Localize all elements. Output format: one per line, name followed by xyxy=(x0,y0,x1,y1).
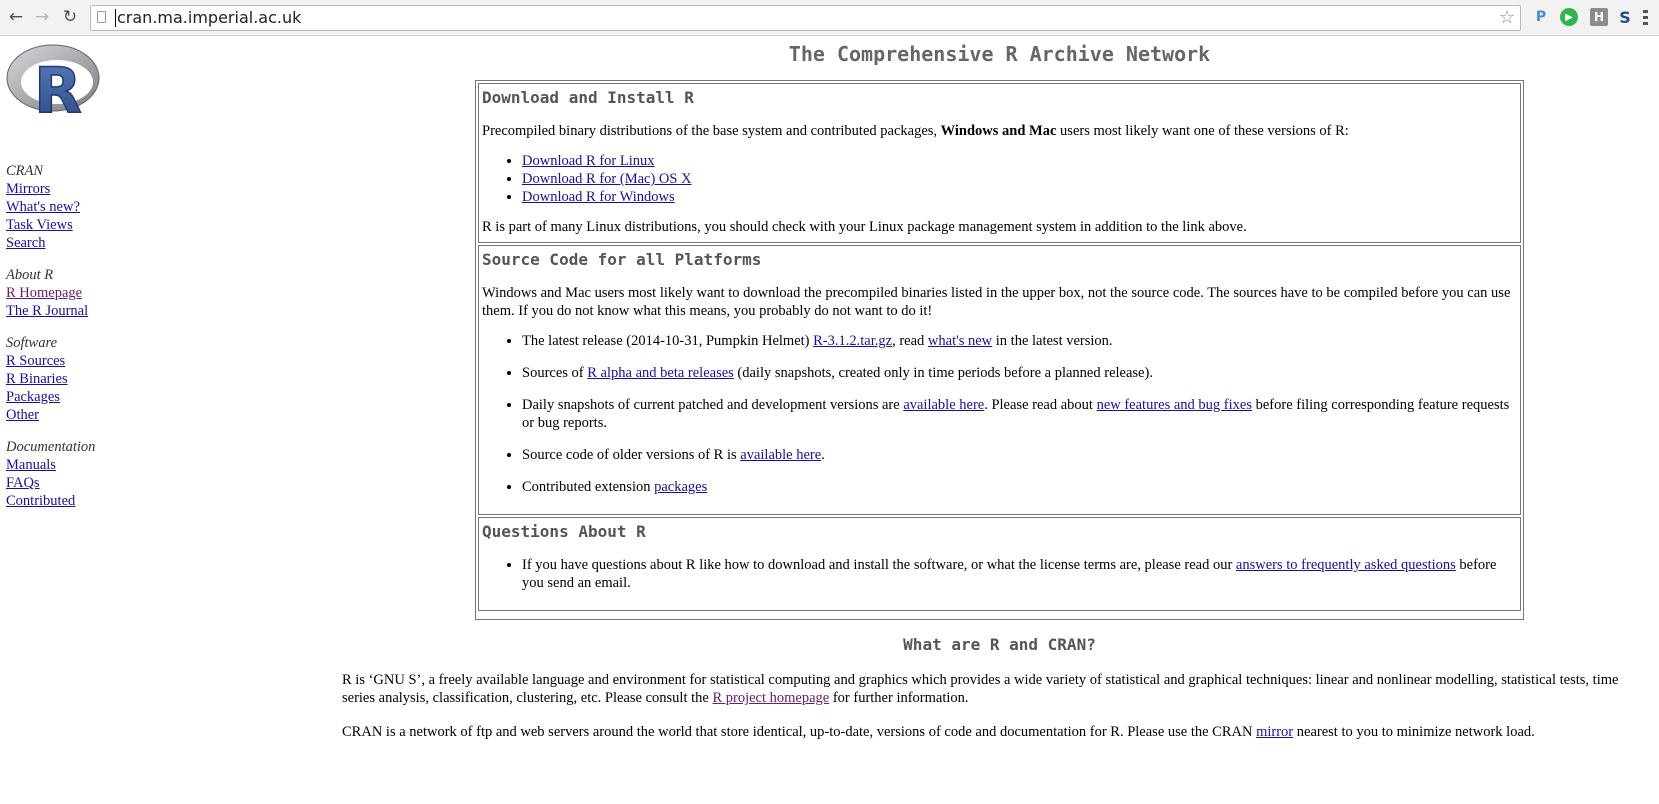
list-item: The latest release (2014-10-31, Pumpkin … xyxy=(522,332,1515,350)
browser-toolbar: ← → ↻ cran.ma.imperial.ac.uk ☆ P ▶ H S xyxy=(0,0,1659,36)
alpha-beta-link[interactable]: R alpha and beta releases xyxy=(587,365,734,381)
text-span: users most likely want one of these vers… xyxy=(1056,123,1349,139)
download-links-list: Download R for Linux Download R for (Mac… xyxy=(482,152,1515,206)
content-frame: Download and Install R Precompiled binar… xyxy=(475,80,1524,620)
text-span: R is ‘GNU S’, a freely available languag… xyxy=(342,672,1619,706)
text-bold: Windows and Mac xyxy=(940,123,1057,139)
text-span: If you have questions about R like how t… xyxy=(522,557,1236,573)
sidebar-link-other[interactable]: Other xyxy=(6,406,95,424)
sidebar-section-software: Software R Sources R Binaries Packages O… xyxy=(6,334,95,424)
source-list: The latest release (2014-10-31, Pumpkin … xyxy=(482,332,1515,496)
extension-h-icon[interactable]: H xyxy=(1590,8,1608,26)
text-span: The latest release (2014-10-31, Pumpkin … xyxy=(522,333,814,349)
questions-box: Questions About R If you have questions … xyxy=(478,517,1521,611)
new-features-link[interactable]: new features and bug fixes xyxy=(1097,397,1252,413)
what-section: R is ‘GNU S’, a freely available languag… xyxy=(342,671,1640,757)
questions-heading: Questions About R xyxy=(482,522,646,541)
list-item: Download R for Linux xyxy=(522,152,1515,170)
sidebar-heading: Software xyxy=(6,335,58,351)
sidebar-link-r-homepage[interactable]: R Homepage xyxy=(6,284,95,302)
sidebar-link-whats-new[interactable]: What's new? xyxy=(6,198,95,216)
sidebar-heading: About R xyxy=(6,267,54,283)
back-arrow-icon[interactable]: ← xyxy=(6,7,26,27)
what-paragraph-2: CRAN is a network of ftp and web servers… xyxy=(342,723,1640,741)
older-versions-link[interactable]: available here xyxy=(740,447,821,463)
text-span: Contributed extension xyxy=(522,479,655,495)
list-item: If you have questions about R like how t… xyxy=(522,556,1515,592)
what-paragraph-1: R is ‘GNU S’, a freely available languag… xyxy=(342,671,1640,707)
list-item: Download R for (Mac) OS X xyxy=(522,170,1515,188)
forward-arrow-icon[interactable]: → xyxy=(32,7,52,27)
text-span: . Please read about xyxy=(984,397,1097,413)
sidebar-link-r-journal[interactable]: The R Journal xyxy=(6,302,95,320)
list-item: Daily snapshots of current patched and d… xyxy=(522,396,1515,432)
text-span: (daily snapshots, created only in time p… xyxy=(733,365,1153,381)
address-bar[interactable]: cran.ma.imperial.ac.uk ☆ xyxy=(90,5,1521,31)
text-span: , read xyxy=(892,333,928,349)
list-item: Download R for Windows xyxy=(522,188,1515,206)
sidebar-link-search[interactable]: Search xyxy=(6,234,95,252)
sidebar-heading: CRAN xyxy=(6,163,44,179)
source-heading: Source Code for all Platforms xyxy=(482,250,762,269)
text-span: Daily snapshots of current patched and d… xyxy=(522,397,904,413)
list-item: Source code of older versions of R is av… xyxy=(522,446,1515,464)
download-intro: Precompiled binary distributions of the … xyxy=(482,122,1515,140)
sidebar-section-documentation: Documentation Manuals FAQs Contributed xyxy=(6,438,95,510)
reload-icon[interactable]: ↻ xyxy=(60,7,80,27)
sidebar-heading: Documentation xyxy=(6,439,96,455)
download-linux-link[interactable]: Download R for Linux xyxy=(522,153,655,169)
what-heading: What are R and CRAN? xyxy=(903,635,1096,654)
sidebar-section-about-r: About R R Homepage The R Journal xyxy=(6,266,95,320)
text-span: . xyxy=(821,447,825,463)
text-span: Sources of xyxy=(522,365,588,381)
page-icon xyxy=(97,11,106,23)
list-item: Contributed extension packages xyxy=(522,478,1515,496)
download-footer: R is part of many Linux distributions, y… xyxy=(482,219,1247,235)
download-mac-link[interactable]: Download R for (Mac) OS X xyxy=(522,171,692,187)
sidebar-link-faqs[interactable]: FAQs xyxy=(6,474,95,492)
list-item: Sources of R alpha and beta releases (da… xyxy=(522,364,1515,382)
sidebar-link-contributed[interactable]: Contributed xyxy=(6,492,95,510)
extension-play-icon[interactable]: ▶ xyxy=(1560,8,1578,26)
extension-p-icon[interactable]: P xyxy=(1532,8,1550,26)
sidebar-section-cran: CRAN Mirrors What's new? Task Views Sear… xyxy=(6,162,95,252)
sidebar-link-manuals[interactable]: Manuals xyxy=(6,456,95,474)
sidebar-nav: CRAN Mirrors What's new? Task Views Sear… xyxy=(6,162,95,524)
text-span: CRAN is a network of ftp and web servers… xyxy=(342,724,1257,740)
text-span: for further information. xyxy=(829,690,969,706)
packages-link[interactable]: packages xyxy=(654,479,707,495)
sidebar-link-packages[interactable]: Packages xyxy=(6,388,95,406)
faq-link[interactable]: answers to frequently asked questions xyxy=(1236,557,1456,573)
text-span: Source code of older versions of R is xyxy=(522,447,741,463)
text-span: in the latest version. xyxy=(992,333,1113,349)
menu-icon[interactable] xyxy=(1643,10,1649,28)
source-intro: Windows and Mac users most likely want t… xyxy=(482,285,1511,319)
source-box: Source Code for all Platforms Windows an… xyxy=(478,245,1521,515)
text-span: nearest to you to minimize network load. xyxy=(1293,724,1535,740)
questions-list: If you have questions about R like how t… xyxy=(482,556,1515,592)
download-box: Download and Install R Precompiled binar… xyxy=(478,83,1521,243)
snapshots-link[interactable]: available here xyxy=(903,397,984,413)
text-span: Precompiled binary distributions of the … xyxy=(482,123,941,139)
download-heading: Download and Install R xyxy=(482,88,694,107)
bookmark-star-icon[interactable]: ☆ xyxy=(1499,7,1515,28)
sidebar-link-task-views[interactable]: Task Views xyxy=(6,216,95,234)
whats-new-link[interactable]: what's new xyxy=(928,333,992,349)
sidebar-link-mirrors[interactable]: Mirrors xyxy=(6,180,95,198)
mirror-link[interactable]: mirror xyxy=(1256,724,1293,740)
sidebar-link-r-sources[interactable]: R Sources xyxy=(6,352,95,370)
download-windows-link[interactable]: Download R for Windows xyxy=(522,189,675,205)
extension-s-icon[interactable]: S xyxy=(1616,8,1634,27)
page-title: The Comprehensive R Archive Network xyxy=(788,42,1211,66)
url-text[interactable]: cran.ma.imperial.ac.uk xyxy=(115,9,301,27)
r-project-homepage-link[interactable]: R project homepage xyxy=(712,690,829,706)
sidebar-link-r-binaries[interactable]: R Binaries xyxy=(6,370,95,388)
latest-release-link[interactable]: R-3.1.2.tar.gz xyxy=(813,333,892,349)
